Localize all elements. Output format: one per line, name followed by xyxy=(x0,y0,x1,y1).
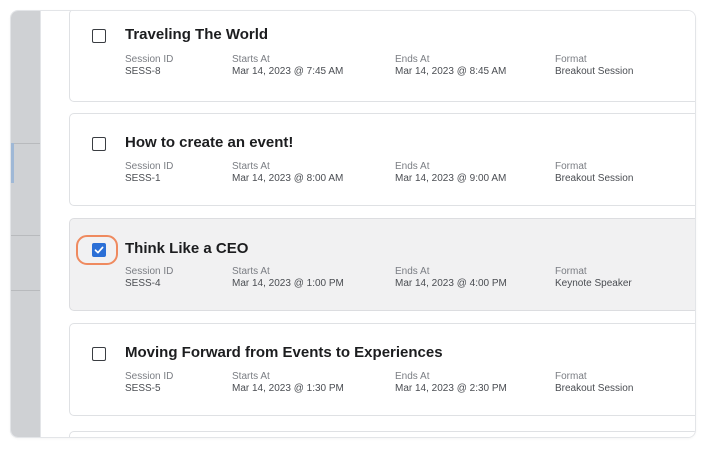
session-id-value: SESS-5 xyxy=(125,383,161,394)
ends-at-label: Ends At xyxy=(395,266,430,277)
checkmark-icon xyxy=(94,246,104,254)
ends-at-value: Mar 14, 2023 @ 8:45 AM xyxy=(395,66,507,77)
format-field: Format Breakout Session xyxy=(555,371,633,395)
background-page-overlay xyxy=(11,11,40,437)
format-value: Breakout Session xyxy=(555,173,634,184)
ends-at-value: Mar 14, 2023 @ 4:00 PM xyxy=(395,278,507,289)
starts-at-label: Starts At xyxy=(232,54,270,65)
divider xyxy=(11,290,40,291)
session-picker-panel: Traveling The World Session ID SESS-8 St… xyxy=(10,10,696,438)
ends-at-label: Ends At xyxy=(395,371,430,382)
session-id-label: Session ID xyxy=(125,54,174,65)
session-checkbox[interactable] xyxy=(92,347,106,361)
panel-border xyxy=(40,11,41,437)
session-id-label: Session ID xyxy=(125,161,174,172)
format-field: Format Keynote Speaker xyxy=(555,266,632,290)
session-checkbox[interactable] xyxy=(92,137,106,151)
session-card[interactable] xyxy=(69,431,695,437)
format-label: Format xyxy=(555,54,587,65)
session-card[interactable]: How to create an event! Session ID SESS-… xyxy=(69,113,695,206)
ends-at-label: Ends At xyxy=(395,54,430,65)
ends-at-field: Ends At Mar 14, 2023 @ 9:00 AM xyxy=(395,161,506,185)
starts-at-field: Starts At Mar 14, 2023 @ 1:00 PM xyxy=(232,266,344,290)
format-value: Breakout Session xyxy=(555,66,634,77)
format-value: Breakout Session xyxy=(555,383,634,394)
ends-at-field: Ends At Mar 14, 2023 @ 2:30 PM xyxy=(395,371,507,395)
session-title: Think Like a CEO xyxy=(125,240,249,257)
session-checkbox[interactable] xyxy=(92,243,106,257)
starts-at-value: Mar 14, 2023 @ 7:45 AM xyxy=(232,66,344,77)
session-id-value: SESS-4 xyxy=(125,278,161,289)
session-title: How to create an event! xyxy=(125,134,294,151)
session-id-value: SESS-1 xyxy=(125,173,161,184)
format-value: Keynote Speaker xyxy=(555,278,632,289)
session-id-field: Session ID SESS-8 xyxy=(125,54,173,78)
format-label: Format xyxy=(555,371,587,382)
ends-at-value: Mar 14, 2023 @ 9:00 AM xyxy=(395,173,507,184)
ends-at-label: Ends At xyxy=(395,161,430,172)
session-id-field: Session ID SESS-4 xyxy=(125,266,173,290)
session-card-selected[interactable]: Think Like a CEO Session ID SESS-4 Start… xyxy=(69,218,695,311)
highlight-strip xyxy=(11,143,14,183)
session-card[interactable]: Traveling The World Session ID SESS-8 St… xyxy=(69,11,695,102)
starts-at-field: Starts At Mar 14, 2023 @ 8:00 AM xyxy=(232,161,343,185)
starts-at-value: Mar 14, 2023 @ 8:00 AM xyxy=(232,173,344,184)
format-label: Format xyxy=(555,266,587,277)
starts-at-field: Starts At Mar 14, 2023 @ 1:30 PM xyxy=(232,371,344,395)
ends-at-field: Ends At Mar 14, 2023 @ 4:00 PM xyxy=(395,266,507,290)
format-field: Format Breakout Session xyxy=(555,161,633,185)
starts-at-value: Mar 14, 2023 @ 1:00 PM xyxy=(232,278,344,289)
session-id-label: Session ID xyxy=(125,371,174,382)
starts-at-label: Starts At xyxy=(232,266,270,277)
format-label: Format xyxy=(555,161,587,172)
session-id-field: Session ID SESS-5 xyxy=(125,371,173,395)
session-title: Moving Forward from Events to Experience… xyxy=(125,344,443,361)
ends-at-value: Mar 14, 2023 @ 2:30 PM xyxy=(395,383,507,394)
session-card[interactable]: Moving Forward from Events to Experience… xyxy=(69,323,695,416)
starts-at-field: Starts At Mar 14, 2023 @ 7:45 AM xyxy=(232,54,343,78)
divider xyxy=(11,143,40,144)
session-id-field: Session ID SESS-1 xyxy=(125,161,173,185)
starts-at-label: Starts At xyxy=(232,371,270,382)
ends-at-field: Ends At Mar 14, 2023 @ 8:45 AM xyxy=(395,54,506,78)
session-id-value: SESS-8 xyxy=(125,66,161,77)
divider xyxy=(11,235,40,236)
format-field: Format Breakout Session xyxy=(555,54,633,78)
session-id-label: Session ID xyxy=(125,266,174,277)
session-title: Traveling The World xyxy=(125,26,269,43)
starts-at-label: Starts At xyxy=(232,161,270,172)
session-checkbox[interactable] xyxy=(92,29,106,43)
starts-at-value: Mar 14, 2023 @ 1:30 PM xyxy=(232,383,344,394)
